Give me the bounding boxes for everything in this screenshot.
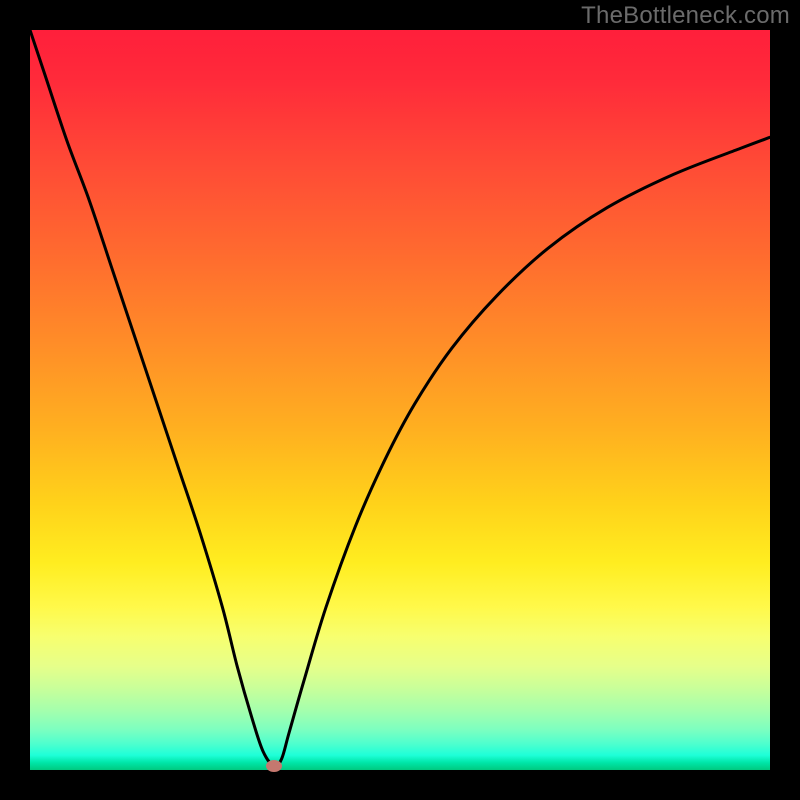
watermark-text: TheBottleneck.com <box>581 2 790 30</box>
curve-svg <box>30 30 770 770</box>
chart-frame: TheBottleneck.com <box>0 0 800 800</box>
bottleneck-curve <box>30 30 770 767</box>
plot-area <box>30 30 770 770</box>
optimal-point-marker <box>266 760 282 772</box>
